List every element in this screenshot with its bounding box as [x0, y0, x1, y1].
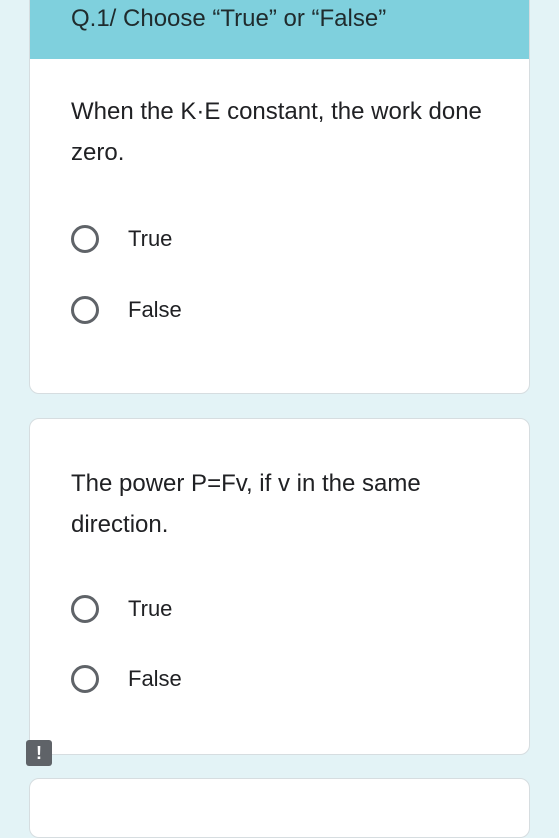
- option-label: False: [128, 297, 182, 322]
- question-2-option-true[interactable]: True: [71, 592, 172, 626]
- option-label: True: [128, 226, 173, 251]
- question-2-text: The power P=Fv, if v in the same directi…: [71, 470, 421, 538]
- option-label: True: [128, 596, 173, 621]
- radio-button-icon[interactable]: [71, 595, 99, 623]
- section-header: Q.1/ Choose “True” or “False”: [30, 0, 529, 59]
- radio-button-icon[interactable]: [71, 665, 99, 693]
- option-label: False: [128, 666, 182, 691]
- section-title: Q.1/ Choose “True” or “False”: [71, 5, 387, 32]
- report-problem-icon[interactable]: !: [26, 740, 52, 766]
- radio-button-icon[interactable]: [71, 225, 99, 253]
- question-2-card: The power P=Fv, if v in the same directi…: [29, 418, 530, 755]
- question-1-option-false[interactable]: False: [71, 293, 182, 327]
- radio-button-icon[interactable]: [71, 296, 99, 324]
- question-1-text: When the K·E constant, the work done zer…: [71, 98, 482, 166]
- next-question-card: [29, 778, 530, 838]
- question-1-option-true[interactable]: True: [71, 222, 172, 256]
- section-header-card: Q.1/ Choose “True” or “False” When the K…: [29, 0, 530, 394]
- question-2-option-false[interactable]: False: [71, 662, 182, 696]
